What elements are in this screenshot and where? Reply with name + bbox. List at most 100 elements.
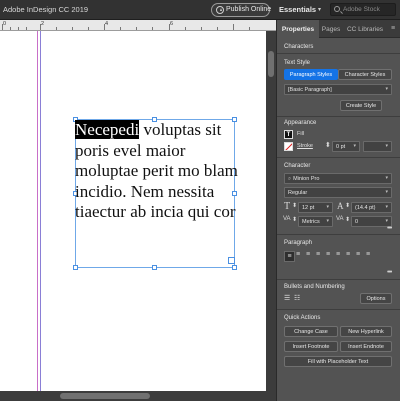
stroke-none-icon[interactable] — [284, 142, 293, 151]
tab-cc-libraries[interactable]: CC Libraries — [343, 20, 387, 38]
new-hyperlink-button[interactable]: New Hyperlink — [340, 326, 392, 337]
font-size-icon: T — [284, 201, 291, 212]
font-style-select[interactable]: Regular ▾ — [284, 187, 392, 198]
ruler-tick — [10, 27, 11, 30]
properties-panel: Properties Pages CC Libraries ≡ Characte… — [276, 20, 400, 401]
horizontal-scroll-thumb[interactable] — [60, 393, 150, 399]
stroke-type-select[interactable]: ▾ — [363, 141, 392, 152]
font-family-value: Minion Pro — [293, 176, 320, 182]
paragraph-style-value: [Basic Paragraph] — [288, 87, 332, 93]
ruler-number: 2 — [41, 21, 45, 27]
publish-online-label: Publish Online — [226, 6, 272, 13]
align-left-icon[interactable]: ≡ — [284, 251, 295, 262]
kerning-icon: VA — [283, 216, 291, 222]
font-size-stepper-icon[interactable]: ⬍ — [292, 202, 297, 209]
chevron-down-icon: ▾ — [385, 218, 388, 224]
title-bar: Adobe InDesign CC 2019 Publish Online Es… — [0, 0, 400, 20]
horizontal-ruler[interactable]: 0 2 4 6 — [0, 20, 276, 31]
workspace-switcher[interactable]: Essentials — [279, 5, 316, 14]
leading-input[interactable]: (14.4 pt) ▾ — [351, 202, 392, 213]
kerning-input[interactable]: Metrics ▾ — [298, 216, 333, 227]
stroke-weight-stepper-icon[interactable]: ⬍ — [325, 141, 331, 149]
stroke-weight-input[interactable]: 0 pt ▾ — [332, 141, 360, 152]
font-size-value: 12 pt — [302, 205, 315, 211]
leading-icon: A — [337, 201, 344, 211]
divider — [277, 309, 400, 310]
justify-center-icon[interactable]: ≡ — [326, 251, 330, 258]
change-case-button[interactable]: Change Case — [284, 326, 338, 337]
divider — [277, 234, 400, 235]
vertical-scroll-thumb[interactable] — [268, 51, 274, 77]
frame-handle-bottom-center[interactable] — [152, 265, 157, 270]
more-options-icon[interactable]: ••• — [387, 269, 392, 276]
chevron-down-icon: ▾ — [385, 143, 388, 149]
text-frame-out-port[interactable] — [228, 257, 235, 264]
stroke-weight-value: 0 pt — [336, 144, 346, 150]
ruler-tick — [72, 27, 73, 30]
ruler-tick — [120, 27, 121, 30]
ruler-number: 4 — [105, 21, 109, 27]
ruler-tick — [136, 27, 137, 30]
ruler-tick — [233, 24, 234, 30]
create-style-button[interactable]: Create Style — [340, 100, 382, 111]
adobe-stock-placeholder: Adobe Stock — [343, 6, 380, 13]
align-away-spine-icon[interactable]: ≡ — [366, 251, 370, 258]
justify-right-icon[interactable]: ≡ — [336, 251, 340, 258]
chevron-down-icon: ▾ — [385, 86, 388, 92]
tracking-input[interactable]: 0 ▾ — [351, 216, 392, 227]
panel-menu-icon[interactable]: ≡ — [391, 25, 395, 32]
font-family-select[interactable]: ⌕ Minion Pro ▾ — [284, 173, 392, 184]
align-center-icon[interactable]: ≡ — [296, 251, 300, 258]
chevron-down-icon: ▾ — [385, 189, 388, 195]
justify-left-icon[interactable]: ≡ — [316, 251, 320, 258]
paragraph-style-select[interactable]: [Basic Paragraph] ▾ — [284, 84, 392, 95]
character-styles-button[interactable]: Character Styles — [338, 69, 392, 80]
paragraph-title: Paragraph — [284, 240, 313, 246]
insert-footnote-button[interactable]: Insert Footnote — [284, 341, 338, 352]
bulleted-list-icon[interactable]: ☰ — [284, 294, 290, 302]
chevron-down-icon[interactable]: ▾ — [318, 6, 321, 13]
align-towards-spine-icon[interactable]: ≡ — [356, 251, 360, 258]
paragraph-alignment-group: ≡ ≡ ≡ ≡ ≡ ≡ ≡ ≡ ≡ — [284, 251, 392, 262]
ruler-tick — [152, 27, 153, 30]
tracking-stepper-icon[interactable]: ⬍ — [345, 216, 350, 223]
bullets-options-button[interactable]: Options — [360, 293, 392, 304]
kerning-stepper-icon[interactable]: ⬍ — [292, 216, 297, 223]
appearance-title: Appearance — [284, 120, 317, 126]
tab-pages[interactable]: Pages — [319, 20, 343, 38]
ruler-tick — [18, 27, 19, 30]
font-style-value: Regular — [288, 190, 308, 196]
stroke-label[interactable]: Stroke — [297, 143, 313, 149]
paragraph-styles-button[interactable]: Paragraph Styles — [284, 69, 338, 80]
horizontal-scrollbar[interactable] — [0, 391, 266, 401]
tab-properties[interactable]: Properties — [277, 20, 319, 38]
selected-text[interactable]: Necepedi — [75, 120, 140, 139]
tracking-icon: VA — [336, 216, 344, 222]
leading-value: (14.4 pt) — [355, 205, 376, 211]
publish-online-button[interactable]: Publish Online — [211, 3, 272, 17]
insert-endnote-button[interactable]: Insert Endnote — [340, 341, 392, 352]
leading-stepper-icon[interactable]: ⬍ — [345, 202, 350, 209]
ruler-tick — [201, 27, 202, 30]
frame-handle-bottom-left[interactable] — [73, 265, 78, 270]
justify-all-icon[interactable]: ≡ — [346, 251, 350, 258]
numbered-list-icon[interactable]: ☷ — [294, 294, 300, 302]
divider — [277, 53, 400, 54]
frame-handle-bottom-right[interactable] — [232, 265, 237, 270]
vertical-scrollbar[interactable] — [266, 31, 276, 401]
text-frame-content[interactable]: Necepedi voluptas sit poris evel maior m… — [75, 120, 240, 223]
text-style-title: Text Style — [284, 60, 311, 66]
ruler-tick — [2, 24, 3, 30]
font-size-input[interactable]: 12 pt ▾ — [298, 202, 333, 213]
ruler-tick — [26, 27, 27, 30]
column-guide — [40, 31, 41, 401]
align-right-icon[interactable]: ≡ — [306, 251, 310, 258]
more-options-icon[interactable]: ••• — [387, 225, 392, 232]
text-fill-icon[interactable]: T — [284, 130, 293, 139]
chevron-down-icon: ▾ — [353, 143, 356, 149]
ruler-number: 0 — [3, 21, 7, 27]
ruler-tick — [169, 24, 170, 30]
adobe-stock-search-input[interactable]: Adobe Stock — [330, 3, 396, 16]
search-icon — [334, 6, 340, 12]
fill-with-placeholder-text-button[interactable]: Fill with Placeholder Text — [284, 356, 392, 367]
